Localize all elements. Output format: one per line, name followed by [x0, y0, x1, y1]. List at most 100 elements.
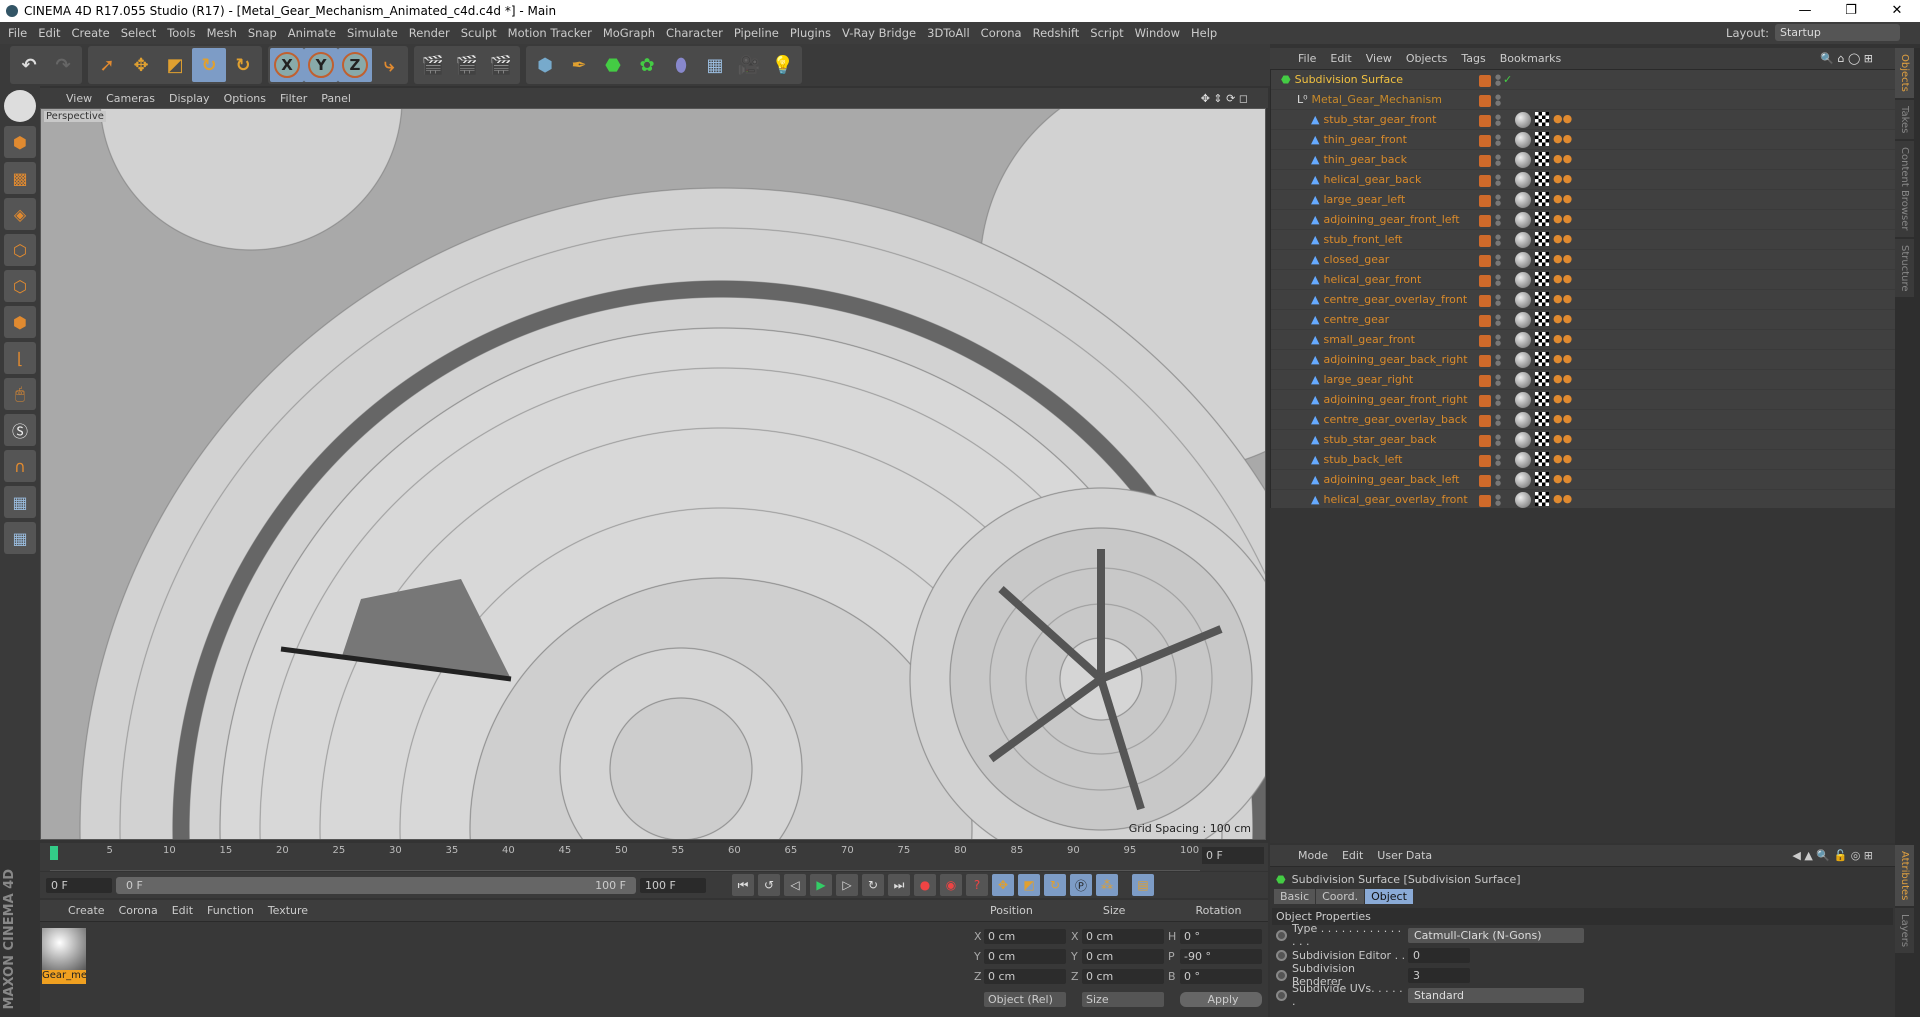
attr-menu-edit[interactable]: Edit — [1342, 849, 1363, 862]
viewport-menu-view[interactable]: View — [66, 92, 92, 105]
position-x-field[interactable]: 0 cm — [984, 929, 1066, 944]
visibility-dots[interactable]: ●● — [1495, 214, 1501, 227]
tab-attributes[interactable]: Attributes — [1895, 845, 1914, 907]
om-search-home-icons[interactable]: 🔍 ⌂ ◯ ⊞ — [1820, 52, 1873, 65]
3d-viewport[interactable]: Perspective Grid Spacing : 100 cm — [40, 108, 1266, 840]
visibility-dots[interactable]: ●● — [1495, 234, 1501, 247]
selection-tag-icon[interactable]: ●● — [1553, 172, 1572, 186]
visibility-dots[interactable]: ●● — [1495, 134, 1501, 147]
mm-menu-corona[interactable]: Corona — [119, 904, 158, 917]
floor-icon[interactable]: ▦ — [698, 48, 732, 82]
subdivision-surface-icon[interactable]: ⬣ — [596, 48, 630, 82]
menu-animate[interactable]: Animate — [288, 26, 336, 40]
visibility-dots[interactable]: ●● — [1495, 274, 1501, 287]
position-y-field[interactable]: 0 cm — [984, 949, 1066, 964]
scale-icon[interactable]: ◩ — [158, 48, 192, 82]
object-row[interactable]: ▲ adjoining_gear_back_right ● ● ●● — [1271, 350, 1895, 370]
object-row[interactable]: ▲ stub_back_left ● ● ●● — [1271, 450, 1895, 470]
enabled-check-icon[interactable]: ✓ — [1503, 73, 1512, 86]
visibility-dots[interactable]: ●● — [1495, 314, 1501, 327]
timeline-ruler[interactable]: 0510152025303540455055606570758085909510… — [40, 843, 1268, 871]
texture-tag-icon[interactable] — [1535, 192, 1549, 206]
position-z-field[interactable]: 0 cm — [984, 969, 1066, 984]
material-tag-icon[interactable] — [1515, 152, 1531, 168]
om-menu-tags[interactable]: Tags — [1461, 52, 1485, 65]
om-menu-view[interactable]: View — [1366, 52, 1392, 65]
key-position-icon[interactable]: ✥ — [992, 874, 1014, 896]
selection-tag-icon[interactable]: ●● — [1553, 252, 1572, 266]
material-tag-icon[interactable] — [1515, 192, 1531, 208]
object-row[interactable]: ▲ thin_gear_back ● ● ●● — [1271, 150, 1895, 170]
visibility-dots[interactable]: ●● — [1495, 374, 1501, 387]
tab-takes[interactable]: Takes — [1895, 99, 1914, 140]
visibility-dots[interactable]: ●● — [1495, 194, 1501, 207]
visibility-dots[interactable]: ●● — [1495, 154, 1501, 167]
menu-plugins[interactable]: Plugins — [790, 26, 831, 40]
recent-tool-icon[interactable]: ↻ — [226, 48, 260, 82]
tweak-mode-icon[interactable]: 🖱 — [4, 378, 36, 410]
menu-sculpt[interactable]: Sculpt — [461, 26, 497, 40]
layout-dropdown[interactable]: Startup — [1775, 24, 1900, 41]
autokey-icon[interactable]: ◉ — [940, 874, 962, 896]
workplane-lock-icon[interactable]: ▦ — [4, 486, 36, 518]
frame-range-slider[interactable]: 0 F 100 F — [116, 876, 636, 894]
key-rotation-icon[interactable]: ↻ — [1044, 874, 1066, 896]
material-tag-icon[interactable] — [1515, 172, 1531, 188]
material-tag-icon[interactable] — [1515, 312, 1531, 328]
visibility-dots[interactable]: ●● — [1495, 94, 1501, 107]
material-tag-icon[interactable] — [1515, 412, 1531, 428]
object-row[interactable]: ▲ large_gear_left ● ● ●● — [1271, 190, 1895, 210]
subdivision-editor-field[interactable]: 0 — [1408, 947, 1470, 963]
selection-tag-icon[interactable]: ●● — [1553, 432, 1572, 446]
selection-tag-icon[interactable]: ●● — [1553, 492, 1572, 506]
material-tag-icon[interactable] — [1515, 432, 1531, 448]
om-menu-objects[interactable]: Objects — [1406, 52, 1448, 65]
start-frame-field[interactable]: 0 F — [46, 877, 112, 893]
material-tag-icon[interactable] — [1515, 492, 1531, 508]
size-mode-dropdown[interactable]: Size — [1082, 992, 1164, 1007]
visibility-dots[interactable]: ●● — [1495, 414, 1501, 427]
object-row[interactable]: ▲ closed_gear ● ● ●● — [1271, 250, 1895, 270]
redo-icon[interactable]: ↷ — [46, 48, 80, 82]
viewport-menu-display[interactable]: Display — [169, 92, 210, 105]
selection-tag-icon[interactable]: ●● — [1553, 452, 1572, 466]
selection-tag-icon[interactable]: ●● — [1553, 292, 1572, 306]
magnet-icon[interactable]: ∩ — [4, 450, 36, 482]
visibility-dots[interactable]: ●● — [1495, 334, 1501, 347]
minimize-button[interactable]: — — [1782, 0, 1828, 22]
next-frame-icon[interactable]: ▷ — [836, 874, 858, 896]
menu-corona[interactable]: Corona — [981, 26, 1022, 40]
material-tag-icon[interactable] — [1515, 132, 1531, 148]
texture-tag-icon[interactable] — [1535, 392, 1549, 406]
selection-tag-icon[interactable]: ●● — [1553, 152, 1572, 166]
object-row[interactable]: ▲ helical_gear_overlay_front ● ● ●● — [1271, 490, 1895, 510]
visibility-dots[interactable]: ●● — [1495, 74, 1501, 87]
texture-tag-icon[interactable] — [1535, 412, 1549, 426]
menu-select[interactable]: Select — [121, 26, 156, 40]
texture-mode-icon[interactable]: ▩ — [4, 162, 36, 194]
x-axis-icon[interactable]: X — [270, 48, 304, 82]
go-to-start-icon[interactable]: ⏮ — [732, 874, 754, 896]
size-y-field[interactable]: 0 cm — [1082, 949, 1164, 964]
visibility-dots[interactable]: ●● — [1495, 114, 1501, 127]
key-scale-icon[interactable]: ◩ — [1018, 874, 1040, 896]
texture-tag-icon[interactable] — [1535, 432, 1549, 446]
visibility-dots[interactable]: ●● — [1495, 174, 1501, 187]
selection-tag-icon[interactable]: ●● — [1553, 352, 1572, 366]
object-row[interactable]: ▲ centre_gear_overlay_back ● ● ●● — [1271, 410, 1895, 430]
snapping-icon[interactable]: Ⓢ — [4, 414, 36, 446]
menu-create[interactable]: Create — [72, 26, 110, 40]
model-mode-icon[interactable]: ⬢ — [4, 126, 36, 158]
next-key-icon[interactable]: ↻ — [862, 874, 884, 896]
size-x-field[interactable]: 0 cm — [1082, 929, 1164, 944]
om-menu-edit[interactable]: Edit — [1330, 52, 1351, 65]
om-menu-file[interactable]: File — [1298, 52, 1316, 65]
menu-mesh[interactable]: Mesh — [207, 26, 237, 40]
menu-mograph[interactable]: MoGraph — [603, 26, 655, 40]
viewport-menu-filter[interactable]: Filter — [280, 92, 307, 105]
key-pla-icon[interactable]: ⁂ — [1096, 874, 1118, 896]
material-tag-icon[interactable] — [1515, 372, 1531, 388]
z-axis-icon[interactable]: Z — [338, 48, 372, 82]
menu-3dtoall[interactable]: 3DToAll — [927, 26, 970, 40]
viewport-menu-options[interactable]: Options — [224, 92, 266, 105]
